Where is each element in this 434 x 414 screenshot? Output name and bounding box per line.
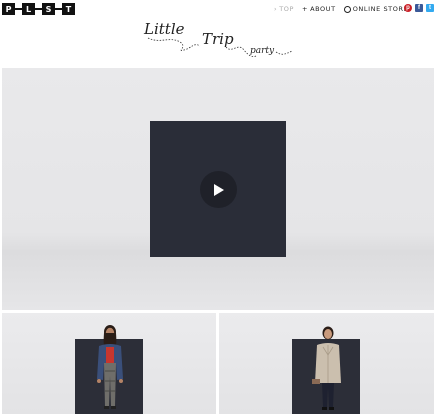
nav-top-label: TOP bbox=[279, 5, 295, 13]
logo-dash bbox=[35, 8, 42, 10]
nav-about-label: ABOUT bbox=[310, 5, 336, 13]
little-trip-party-title: Little Trip party bbox=[143, 20, 293, 58]
dotted-trail bbox=[147, 37, 201, 51]
globe-icon bbox=[343, 5, 351, 13]
play-button[interactable] bbox=[200, 171, 237, 208]
twitter-icon[interactable]: t bbox=[426, 4, 434, 12]
nav-online-store-link[interactable]: ONLINE STORE bbox=[343, 5, 409, 13]
logo-dash bbox=[15, 8, 22, 10]
look-thumbnail-2[interactable] bbox=[219, 313, 434, 414]
title-word-trip: Trip bbox=[202, 30, 234, 48]
top-nav: › TOP + ABOUT ONLINE STORE bbox=[274, 5, 416, 13]
look-thumbnail-1[interactable] bbox=[2, 313, 216, 414]
plst-logo[interactable]: P L S T bbox=[2, 3, 75, 15]
facebook-icon[interactable]: f bbox=[415, 4, 423, 12]
logo-letter-s: S bbox=[42, 3, 55, 15]
model-figure-1 bbox=[97, 325, 123, 409]
nav-about-link[interactable]: + ABOUT bbox=[302, 5, 336, 13]
social-links: p f t bbox=[404, 4, 434, 12]
pinterest-icon[interactable]: p bbox=[404, 4, 412, 12]
dotted-trail bbox=[275, 50, 293, 55]
title-word-party: party bbox=[250, 46, 275, 56]
nav-about-marker: + bbox=[302, 5, 309, 13]
nav-top-link[interactable]: › TOP bbox=[274, 5, 294, 13]
logo-letter-t: T bbox=[62, 3, 75, 15]
model-figure-2 bbox=[312, 326, 341, 410]
nav-online-store-label: ONLINE STORE bbox=[352, 5, 409, 13]
logo-letter-p: P bbox=[2, 3, 15, 15]
logo-letter-l: L bbox=[22, 3, 35, 15]
logo-dash bbox=[55, 8, 62, 10]
play-icon bbox=[213, 183, 224, 196]
title-word-little: Little bbox=[143, 20, 185, 38]
nav-top-marker: › bbox=[274, 5, 278, 13]
hero-video[interactable] bbox=[2, 68, 434, 310]
